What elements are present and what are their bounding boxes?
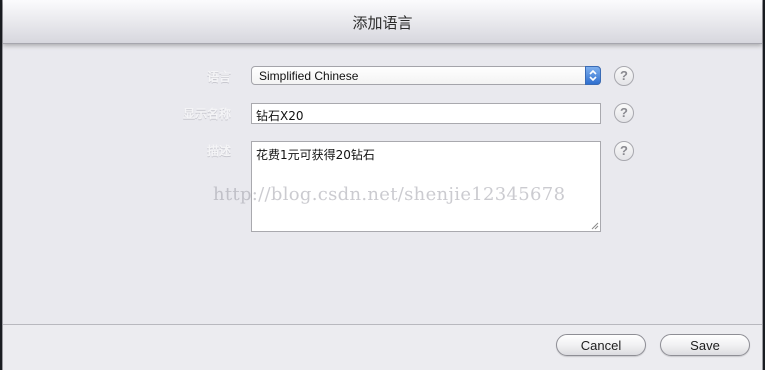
language-select-value: Simplified Chinese <box>259 69 359 83</box>
language-label: 语言 <box>206 70 231 84</box>
language-select[interactable]: Simplified Chinese <box>251 66 601 85</box>
add-language-dialog: 添加语言 语言 Simplified Chinese ? 显示名称 钻石X20 … <box>2 0 763 370</box>
display-name-input[interactable]: 钻石X20 <box>251 103 601 124</box>
description-value: 花费1元可获得20钻石 <box>256 148 375 162</box>
description-help-icon[interactable]: ? <box>614 141 634 161</box>
display-name-value: 钻石X20 <box>256 109 304 123</box>
display-name-help-icon[interactable]: ? <box>614 103 634 123</box>
display-name-label: 显示名称 <box>182 107 231 121</box>
cancel-button[interactable]: Cancel <box>556 334 646 356</box>
resize-grip-icon[interactable] <box>591 222 599 230</box>
description-label: 描述 <box>206 144 231 158</box>
select-stepper-icon[interactable] <box>585 66 601 85</box>
dialog-footer <box>3 324 762 370</box>
watermark-text: http://blog.csdn.net/shenjie12345678 <box>213 184 566 205</box>
dialog-title: 添加语言 <box>352 14 413 32</box>
language-help-icon[interactable]: ? <box>614 66 634 86</box>
save-button[interactable]: Save <box>660 334 750 356</box>
dialog-titlebar: 添加语言 <box>3 0 762 44</box>
